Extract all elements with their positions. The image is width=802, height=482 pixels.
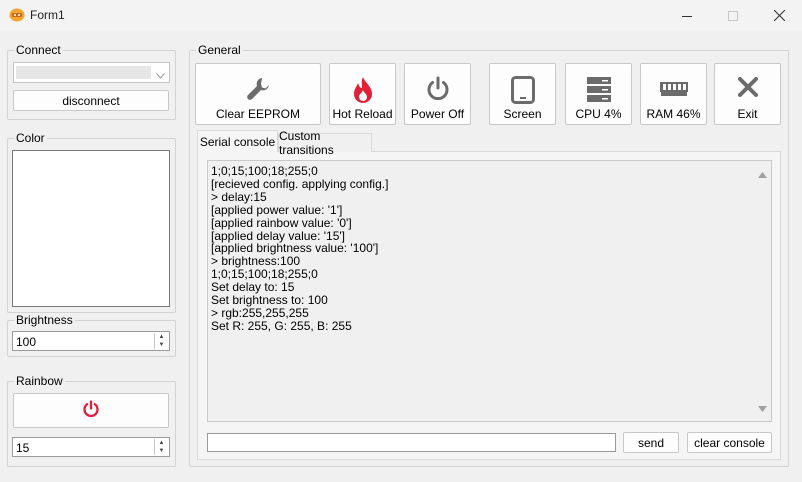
console-line: [applied power value: '1'] bbox=[211, 202, 343, 217]
rainbow-toggle-button[interactable] bbox=[13, 393, 169, 428]
cpu-label: CPU 4% bbox=[575, 107, 622, 121]
console-line: 1;0;15;100;18;255;0 bbox=[211, 164, 318, 178]
wrench-icon bbox=[245, 64, 271, 105]
hot-reload-label: Hot Reload bbox=[332, 107, 393, 121]
console-scrollbar[interactable] bbox=[754, 161, 771, 421]
general-group-title: General bbox=[196, 43, 243, 57]
spin-up-icon[interactable]: ▲ bbox=[155, 333, 168, 341]
flame-icon bbox=[351, 64, 375, 107]
console-line: > rgb:255,255,255 bbox=[211, 305, 309, 320]
console-line: [recieved config. applying config.] bbox=[211, 176, 389, 191]
hot-reload-button[interactable]: Hot Reload bbox=[329, 63, 396, 125]
send-button[interactable]: send bbox=[623, 432, 679, 453]
rainbow-delay-stepper[interactable]: 15 ▲ ▼ bbox=[12, 437, 170, 457]
ram-button[interactable]: RAM 46% bbox=[640, 63, 707, 125]
spin-down-icon[interactable]: ▼ bbox=[155, 447, 168, 455]
title-bar: Form1 bbox=[0, 0, 802, 31]
screen-button[interactable]: Screen bbox=[489, 63, 556, 125]
exit-label: Exit bbox=[737, 107, 758, 121]
tab-serial-console[interactable]: Serial console bbox=[197, 130, 278, 152]
brightness-spin[interactable]: ▲ ▼ bbox=[154, 333, 168, 349]
spin-up-icon[interactable]: ▲ bbox=[155, 439, 168, 447]
brightness-group-title: Brightness bbox=[14, 313, 75, 327]
rainbow-delay-spin[interactable]: ▲ ▼ bbox=[154, 439, 168, 455]
clear-eeprom-button[interactable]: Clear EEPROM bbox=[195, 63, 321, 125]
connect-group-title: Connect bbox=[14, 43, 63, 57]
rainbow-group-title: Rainbow bbox=[14, 374, 65, 388]
window-title: Form1 bbox=[30, 8, 65, 22]
console-line: > delay:15 bbox=[211, 189, 267, 204]
port-select-value bbox=[16, 66, 151, 79]
disconnect-button[interactable]: disconnect bbox=[13, 90, 169, 111]
memory-icon bbox=[659, 64, 689, 103]
rainbow-delay-value: 15 bbox=[16, 441, 30, 455]
console-line: Set R: 255, G: 255, B: 255 bbox=[211, 318, 352, 333]
scroll-up-icon[interactable] bbox=[758, 167, 767, 181]
clear-eeprom-label: Clear EEPROM bbox=[215, 107, 301, 121]
console-output[interactable]: 1;0;15;100;18;255;0 [recieved config. app… bbox=[207, 160, 772, 422]
app-icon bbox=[9, 8, 25, 22]
power-off-button[interactable]: Power Off bbox=[404, 63, 471, 125]
scroll-down-icon[interactable] bbox=[758, 401, 767, 415]
console-text: 1;0;15;100;18;255;0 [recieved config. app… bbox=[211, 165, 388, 333]
chevron-down-icon bbox=[156, 68, 165, 82]
brightness-value: 100 bbox=[16, 335, 37, 349]
maximize-button bbox=[710, 0, 756, 31]
tab-custom-transitions[interactable]: Custom transitions bbox=[278, 129, 372, 157]
power-icon bbox=[425, 64, 451, 105]
exit-button[interactable]: Exit bbox=[714, 63, 781, 125]
power-off-label: Power Off bbox=[410, 107, 465, 121]
color-group-title: Color bbox=[14, 131, 47, 145]
console-input[interactable] bbox=[207, 433, 616, 452]
server-icon bbox=[586, 64, 612, 105]
spin-down-icon[interactable]: ▼ bbox=[155, 341, 168, 349]
port-select[interactable] bbox=[13, 62, 170, 83]
clear-console-button[interactable]: clear console bbox=[687, 432, 772, 453]
power-icon bbox=[82, 400, 100, 421]
close-icon bbox=[737, 64, 759, 101]
ram-label: RAM 46% bbox=[646, 107, 701, 121]
close-window-button[interactable] bbox=[756, 0, 802, 31]
console-line: [applied rainbow value: '0'] bbox=[211, 215, 352, 230]
tablet-icon bbox=[510, 64, 535, 107]
brightness-stepper[interactable]: 100 ▲ ▼ bbox=[12, 331, 170, 351]
cpu-button[interactable]: CPU 4% bbox=[565, 63, 632, 125]
screen-label: Screen bbox=[503, 107, 542, 121]
minimize-button[interactable] bbox=[664, 0, 710, 31]
color-picker[interactable] bbox=[12, 150, 170, 307]
